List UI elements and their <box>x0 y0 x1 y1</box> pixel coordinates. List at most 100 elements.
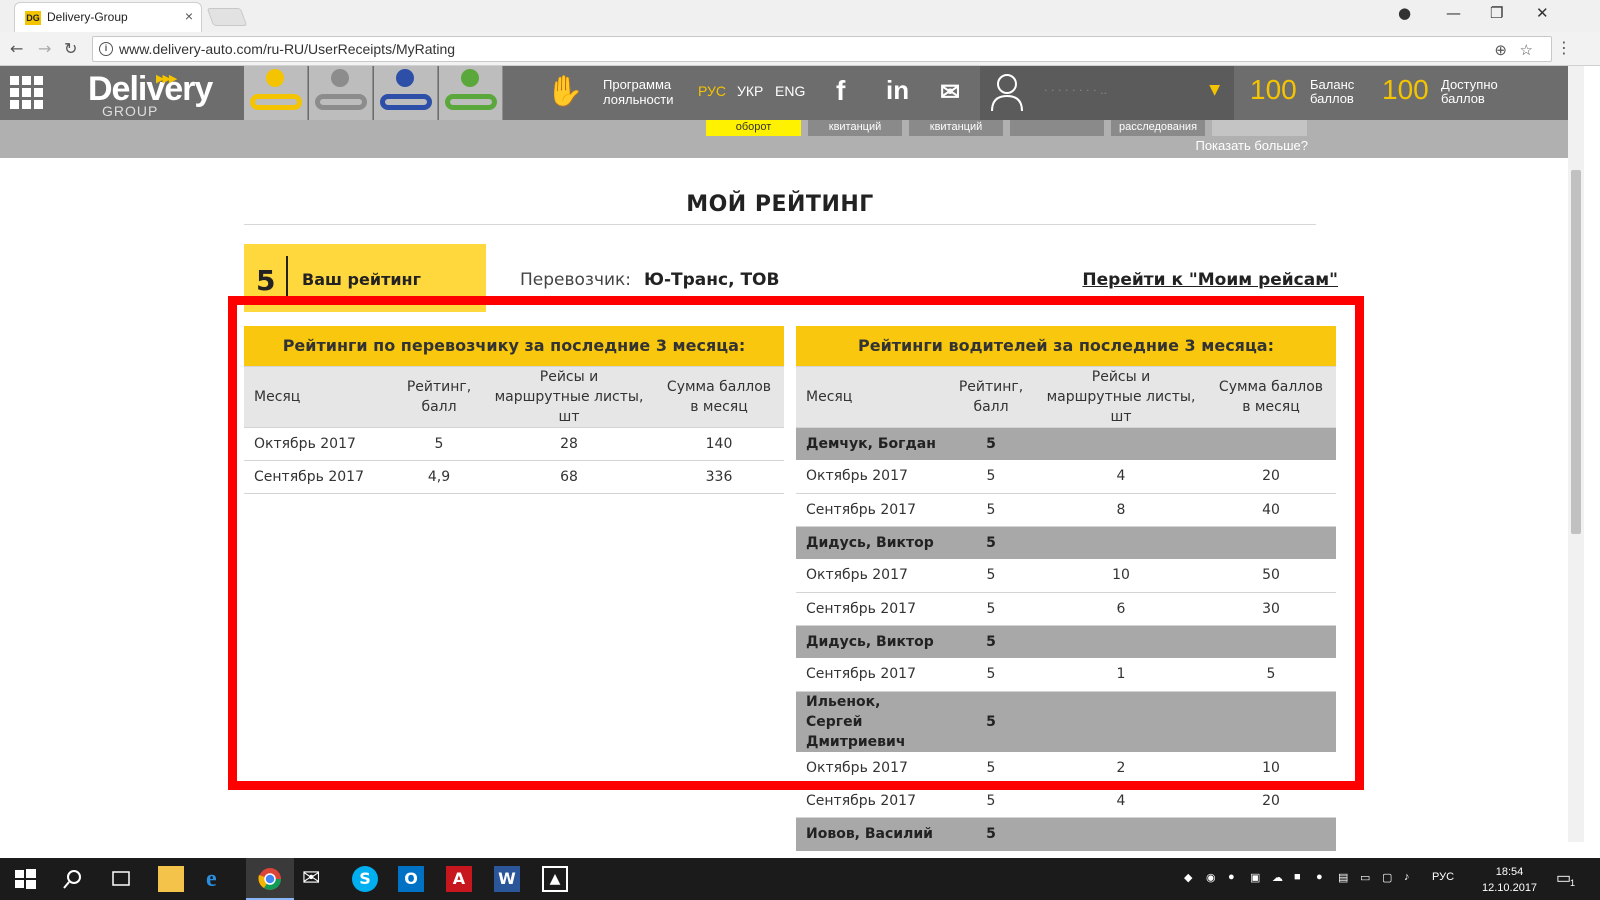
loyalty-program-link[interactable]: Программа лояльности <box>603 77 673 107</box>
profile-icon[interactable]: ● <box>1398 4 1411 22</box>
scrollbar-thumb[interactable] <box>1571 170 1581 534</box>
driver-rating: 5 <box>946 427 1036 460</box>
subtab-receipts-2[interactable]: квитанций <box>909 120 1003 136</box>
driver-group-row: Ильенок, Сергей Дмитриевич 5 <box>796 691 1336 752</box>
loyalty-hand-icon[interactable]: ✋ <box>546 74 586 112</box>
tray-app-icon[interactable]: ◉ <box>1206 871 1216 884</box>
site-favicon-icon: DG <box>25 11 41 25</box>
browser-tab[interactable]: DG Delivery-Group × <box>14 2 202 32</box>
mail-icon[interactable]: ✉ <box>940 78 960 107</box>
tray-volume-icon[interactable]: ♪ <box>1404 871 1410 883</box>
carrier-table-title: Рейтинги по перевозчику за последние 3 м… <box>244 326 784 367</box>
reload-icon[interactable]: ↻ <box>64 39 77 58</box>
linkedin-icon[interactable]: in <box>886 75 909 106</box>
balance-value: 100 <box>1250 74 1297 105</box>
table-row: Сентябрь 2017 5 8 40 <box>796 493 1336 527</box>
windows-taskbar: e ✉ S O A W ▲ ◆ ◉ ● ▣ ☁ ■ ● ▤ ▭ ▢ ♪ РУС … <box>0 858 1600 900</box>
site-header: ▶▶▶ Delivery GROUP ✋ Программа лояльност… <box>0 66 1568 120</box>
table-row: Сентябрь 2017 5 6 30 <box>796 592 1336 626</box>
tray-chat-icon[interactable]: ● <box>1228 871 1235 883</box>
task-view-icon[interactable] <box>108 866 134 892</box>
search-icon[interactable] <box>60 866 86 892</box>
tray-outlook-icon[interactable]: ■ <box>1294 871 1301 883</box>
page-scrollbar[interactable] <box>1568 66 1584 842</box>
carrier-name: Ю-Транс, ТОВ <box>644 270 780 290</box>
chevron-down-icon[interactable]: ▼ <box>1209 82 1220 98</box>
tab-close-icon[interactable]: × <box>185 8 193 24</box>
chain-yellow-icon[interactable] <box>244 66 308 120</box>
mail-app-icon[interactable]: ✉ <box>302 866 328 892</box>
apps-grid-icon[interactable] <box>10 76 44 110</box>
my-trips-link[interactable]: Перейти к "Моим рейсам" <box>1082 270 1338 290</box>
lang-ua[interactable]: УКР <box>737 83 763 99</box>
tray-clock[interactable]: 18:54 12.10.2017 <box>1482 864 1537 896</box>
user-menu[interactable]: · · · · · · · · .. ▼ <box>980 66 1234 120</box>
available-label: Доступно баллов <box>1441 77 1498 106</box>
tab-title: Delivery-Group <box>47 10 128 24</box>
bookmark-star-icon[interactable]: ☆ <box>1520 41 1533 59</box>
outlook-icon[interactable]: O <box>398 866 424 892</box>
table-row: Сентябрь 2017 5 1 5 <box>796 658 1336 692</box>
brand-chains <box>244 66 504 120</box>
restore-icon[interactable]: ❐ <box>1490 4 1503 22</box>
show-more-link[interactable]: Показать больше? <box>1195 138 1308 153</box>
tray-network-icon[interactable]: ▣ <box>1250 871 1260 884</box>
facebook-icon[interactable]: f <box>836 75 845 107</box>
tray-notes-icon[interactable]: ▤ <box>1338 871 1348 884</box>
notifications-count: 1 <box>1570 878 1576 888</box>
windows-start-icon[interactable] <box>12 866 38 892</box>
internet-explorer-icon[interactable]: e <box>206 866 232 892</box>
url-text: www.delivery-auto.com/ru-RU/UserReceipts… <box>119 41 456 57</box>
forward-icon[interactable]: → <box>38 39 51 58</box>
window-close-icon[interactable]: ✕ <box>1536 4 1549 22</box>
acrobat-icon[interactable]: A <box>446 866 472 892</box>
subtab-receipts-1[interactable]: квитанций <box>808 120 902 136</box>
carrier-rating-table: Рейтинги по перевозчику за последние 3 м… <box>244 326 784 494</box>
my-rating-badge: 5 Ваш рейтинг <box>244 244 486 312</box>
browser-menu-icon[interactable]: ⋮ <box>1556 38 1572 57</box>
driver-group-row: Иовов, Василий 5 <box>796 817 1336 851</box>
subtab-blank[interactable] <box>1010 120 1104 136</box>
tray-monitor-icon[interactable]: ▢ <box>1382 871 1392 884</box>
logo-arrows-icon: ▶▶▶ <box>156 73 177 85</box>
file-explorer-icon[interactable] <box>158 866 184 892</box>
subtab-turnover[interactable]: оборот <box>706 120 801 136</box>
carrier-table-header: Месяц Рейтинг, балл Рейсы и маршрутные л… <box>244 366 784 428</box>
delivery-logo[interactable]: ▶▶▶ Delivery GROUP <box>88 70 213 119</box>
lang-ru[interactable]: РУС <box>698 83 726 99</box>
chrome-icon[interactable] <box>257 866 283 892</box>
drivers-rating-table: Рейтинги водителей за последние 3 месяца… <box>796 326 1336 884</box>
table-row: Сентябрь 2017 4,9 68 336 <box>244 460 784 494</box>
chain-blue-icon[interactable] <box>374 66 438 120</box>
zoom-icon[interactable]: ⊕ <box>1494 41 1507 59</box>
back-icon[interactable]: ← <box>10 39 23 58</box>
tray-cloud-icon[interactable]: ☁ <box>1272 871 1283 884</box>
photos-icon[interactable]: ▲ <box>542 866 568 892</box>
subtab-blank-2[interactable] <box>1212 120 1307 136</box>
minimize-icon[interactable]: — <box>1446 4 1461 22</box>
address-input[interactable]: i www.delivery-auto.com/ru-RU/UserReceip… <box>92 36 1552 62</box>
table-row: Октябрь 2017 5 2 10 <box>796 751 1336 785</box>
lang-en[interactable]: ENG <box>775 83 805 99</box>
chain-green-icon[interactable] <box>439 66 503 120</box>
user-name: · · · · · · · · .. <box>1044 84 1107 94</box>
new-tab-button[interactable] <box>206 8 248 26</box>
table-row: Октябрь 2017 5 10 50 <box>796 559 1336 593</box>
tray-shield-icon[interactable]: ◆ <box>1184 871 1192 884</box>
driver-rating: 5 <box>946 817 1036 851</box>
site-info-icon[interactable]: i <box>99 42 113 56</box>
driver-rating: 5 <box>946 691 1036 752</box>
tray-battery-icon[interactable]: ▭ <box>1360 871 1370 884</box>
tray-language[interactable]: РУС <box>1432 871 1454 883</box>
driver-rating: 5 <box>946 526 1036 559</box>
drivers-table-header: Месяц Рейтинг, балл Рейсы и маршрутные л… <box>796 366 1336 428</box>
chain-gray-icon[interactable] <box>309 66 373 120</box>
tray-skype-icon[interactable]: ● <box>1316 871 1323 883</box>
word-icon[interactable]: W <box>494 866 520 892</box>
skype-icon[interactable]: S <box>352 866 378 892</box>
driver-name: Дидусь, Виктор <box>796 526 946 559</box>
subtab-investigations[interactable]: расследования <box>1111 120 1205 136</box>
my-rating-label: Ваш рейтинг <box>302 270 421 289</box>
carrier-label: Перевозчик: <box>520 270 632 290</box>
notifications-icon[interactable]: ▭ <box>1556 868 1571 888</box>
